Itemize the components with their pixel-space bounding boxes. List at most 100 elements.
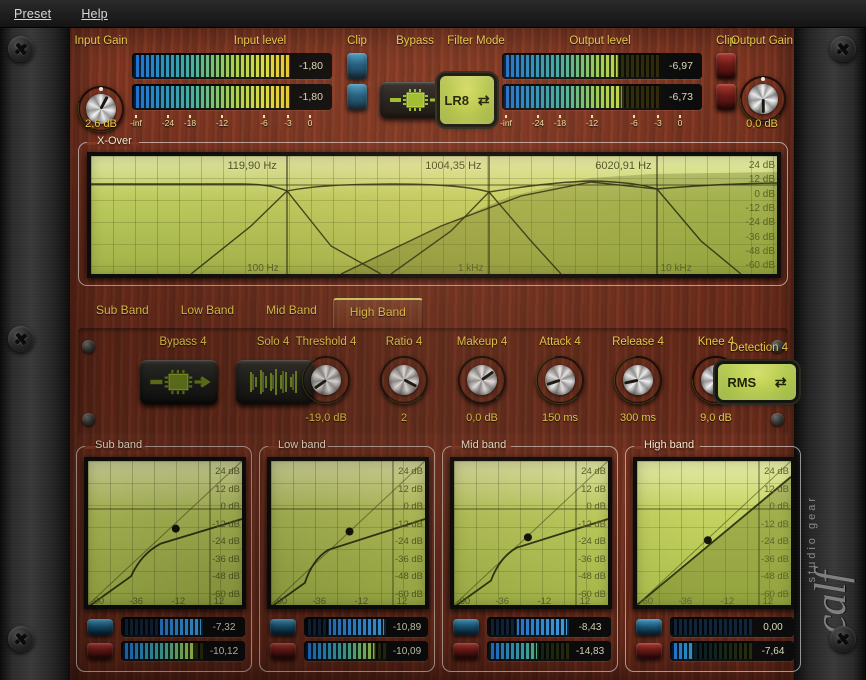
band-3-db-tick-3: -12 dB bbox=[761, 518, 789, 530]
output-level-scale-tick-1: -24 bbox=[531, 118, 545, 128]
band-level-led-1[interactable] bbox=[270, 643, 296, 659]
input-gain-value: 2,6 dB bbox=[85, 118, 117, 130]
detection-selector[interactable]: RMS ⇄ bbox=[718, 364, 796, 400]
band-1-db-tick-4: -24 dB bbox=[395, 536, 423, 547]
band-gr-value-2: -8,43 bbox=[569, 617, 611, 637]
input-clip-led-left[interactable] bbox=[347, 53, 367, 79]
xover-db-tick-5: -36 dB bbox=[745, 231, 775, 243]
output-gain-knob[interactable] bbox=[740, 76, 786, 122]
xover-db-tick-0: 24 dB bbox=[748, 160, 775, 171]
band-panel-2: Mid band 24 dB 12 dB 0 dB -12 dB -24 dB -36 dB… bbox=[442, 439, 618, 672]
input-level-right-value: -1,80 bbox=[290, 84, 332, 110]
output-level-scale-tick-5: -3 bbox=[654, 118, 662, 128]
band-tab-sub-band[interactable]: Sub Band bbox=[80, 298, 165, 328]
band-gr-led-0[interactable] bbox=[87, 619, 113, 635]
band-gr-led-2[interactable] bbox=[453, 619, 479, 635]
menu-bar: Preset Help bbox=[0, 0, 866, 28]
output-level-meter-left: -6,97 bbox=[502, 53, 702, 79]
band-3-db-tick-6: -48 dB bbox=[761, 571, 789, 582]
band-gr-led-1[interactable] bbox=[270, 619, 296, 635]
release-knob[interactable] bbox=[614, 356, 662, 404]
band-tab-mid-band[interactable]: Mid Band bbox=[250, 298, 333, 328]
band-gain-reduction-meter-1: -10,89 bbox=[304, 617, 428, 637]
band-bypass-button[interactable] bbox=[140, 360, 218, 404]
band-0-db-tick-2: 0 dB bbox=[220, 501, 240, 512]
menu-item-help[interactable]: Help bbox=[77, 5, 112, 23]
xover-db-tick-3: -12 dB bbox=[745, 202, 775, 214]
input-gain-label: Input Gain bbox=[74, 35, 128, 47]
input-level-scale-tick-4: -6 bbox=[260, 118, 268, 128]
band-transfer-graph-1[interactable]: 24 dB 12 dB 0 dB -12 dB -24 dB -36 dB -48 dB -6… bbox=[267, 457, 429, 609]
band-transfer-graph-2[interactable]: 24 dB 12 dB 0 dB -12 dB -24 dB -36 dB -48 dB -6… bbox=[450, 457, 612, 609]
band-gr-led-3[interactable] bbox=[636, 619, 662, 635]
ratio-knob-label: Ratio 4 bbox=[385, 336, 423, 348]
xover-curves bbox=[91, 156, 777, 274]
band-0-x-tick-3: 12 bbox=[213, 596, 225, 607]
output-clip-led-left[interactable] bbox=[716, 53, 736, 79]
makeup-knob-value: 0,0 dB bbox=[466, 412, 498, 424]
chip-bypass-icon bbox=[390, 89, 445, 111]
input-level-scale: -inf -24 -18 -12 -6 -3 0 bbox=[130, 115, 332, 132]
band-0-db-tick-5: -36 dB bbox=[212, 553, 240, 565]
band-operating-point-2 bbox=[523, 533, 532, 542]
input-level-scale-tick-2: -18 bbox=[183, 118, 197, 128]
output-clip-led-right[interactable] bbox=[716, 84, 736, 110]
band-panel-3: High band 24 dB 12 dB 0 dB -12 dB -24 dB -36 d… bbox=[625, 439, 801, 672]
band-2-db-tick-4: -24 dB bbox=[578, 536, 606, 547]
makeup-knob[interactable] bbox=[458, 356, 506, 404]
band-2-db-tick-5: -36 dB bbox=[578, 553, 606, 565]
menu-item-help-label: Help bbox=[81, 6, 108, 21]
output-gain-pointer bbox=[761, 99, 765, 113]
band-level-value-0: -10,12 bbox=[203, 641, 245, 661]
attack-knob-value: 150 ms bbox=[541, 412, 579, 424]
band-operating-point-0 bbox=[171, 524, 180, 533]
output-level-scale-tick-4: -6 bbox=[630, 118, 638, 128]
attack-knob[interactable] bbox=[536, 356, 584, 404]
band-tab-high-band[interactable]: High Band bbox=[332, 298, 423, 328]
detection-label: Detection 4 bbox=[729, 342, 789, 354]
band-gain-reduction-meter-3: 0,00 bbox=[670, 617, 794, 637]
filter-mode-selector[interactable]: LR8 ⇄ bbox=[440, 76, 494, 124]
band-3-db-tick-1: 12 dB bbox=[764, 483, 789, 495]
makeup-knob-label: Makeup 4 bbox=[456, 336, 508, 348]
plugin-window: Preset Help calf studio gear Input Gain bbox=[0, 0, 866, 680]
filter-mode-value: LR8 bbox=[444, 92, 469, 108]
band-0-db-tick-3: -12 dB bbox=[212, 518, 240, 530]
xover-graph[interactable]: 119,90 Hz 1004,35 Hz 6020,91 Hz 100 Hz 1 kH… bbox=[87, 152, 781, 278]
xover-freq-tick-0: 100 Hz bbox=[247, 263, 279, 274]
band-1-x-tick-3: 12 bbox=[396, 596, 408, 607]
band-panel-1: Low band 24 dB 12 dB 0 dB -12 dB -24 dB -36 dB… bbox=[259, 439, 435, 672]
band-level-led-0[interactable] bbox=[87, 643, 113, 659]
band-3-x-tick-1: -36 bbox=[678, 596, 693, 607]
xover-db-tick-6: -48 dB bbox=[745, 245, 775, 257]
band-panel-legend-0: Sub band bbox=[95, 439, 143, 451]
left-rail bbox=[0, 28, 70, 680]
band-gr-value-3: 0,00 bbox=[752, 617, 794, 637]
band-level-led-2[interactable] bbox=[453, 643, 479, 659]
ratio-knob[interactable] bbox=[380, 356, 428, 404]
release-knob-label: Release 4 bbox=[612, 336, 664, 348]
threshold-knob-value: -19,0 dB bbox=[305, 412, 347, 424]
xover-crossover-label-0[interactable]: 119,90 Hz bbox=[227, 160, 284, 172]
band-1-db-tick-0: 24 dB bbox=[398, 466, 423, 477]
xover-crossover-label-2[interactable]: 6020,91 Hz bbox=[595, 160, 659, 172]
band-transfer-graph-3[interactable]: 24 dB 12 dB 0 dB -12 dB -24 dB -36 dB -48 dB -6… bbox=[633, 457, 795, 609]
band-transfer-graph-0[interactable]: 24 dB 12 dB 0 dB -12 dB -24 dB -36 dB -48 dB -6… bbox=[84, 457, 246, 609]
band-panel-legend-2: Mid band bbox=[461, 439, 507, 451]
input-clip-led-right[interactable] bbox=[347, 84, 367, 110]
menu-item-preset[interactable]: Preset bbox=[10, 5, 55, 23]
attack-knob-label: Attack 4 bbox=[539, 336, 581, 348]
band-level-led-3[interactable] bbox=[636, 643, 662, 659]
right-rail bbox=[794, 28, 866, 680]
band-2-x-tick-2: -12 bbox=[537, 596, 552, 607]
band-gr-value-1: -10,89 bbox=[386, 617, 428, 637]
threshold-knob[interactable] bbox=[302, 356, 350, 404]
band-panel-legend-1: Low band bbox=[278, 439, 326, 451]
band-1-db-tick-1: 12 dB bbox=[398, 483, 423, 495]
switch-arrows-icon: ⇄ bbox=[774, 373, 787, 390]
xover-crossover-label-1[interactable]: 1004,35 Hz bbox=[425, 160, 489, 172]
xover-panel: X-Over 119,90 Hz 1004,35 Hz 6020,91 Hz 1… bbox=[78, 135, 788, 286]
band-level-value-3: -7,64 bbox=[752, 641, 794, 661]
band-tab-low-band[interactable]: Low Band bbox=[165, 298, 250, 328]
band-0-db-tick-4: -24 dB bbox=[212, 536, 240, 547]
